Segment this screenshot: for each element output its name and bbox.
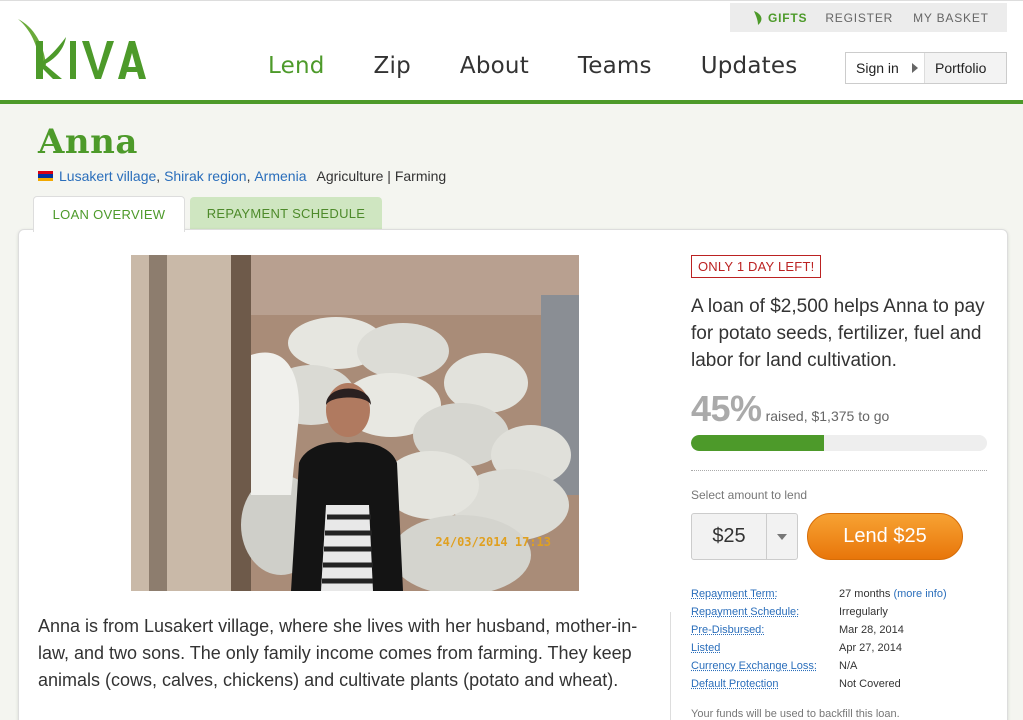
nav-lend[interactable]: Lend bbox=[268, 53, 325, 79]
caret-right-icon bbox=[912, 63, 918, 73]
borrower-name: Anna bbox=[38, 122, 138, 162]
borrower-location: Lusakert village, Shirak region, Armenia… bbox=[38, 168, 446, 184]
term-row: Currency Exchange Loss: N/A bbox=[691, 657, 991, 675]
pre-disbursed-link[interactable]: Pre-Disbursed: bbox=[691, 624, 839, 636]
term-value: Irregularly bbox=[839, 606, 888, 618]
listed-link[interactable]: Listed bbox=[691, 642, 839, 654]
column-divider bbox=[670, 612, 671, 720]
term-value: 27 months (more info) bbox=[839, 588, 947, 600]
auth-box: Sign in Portfolio bbox=[845, 52, 1007, 84]
nav-zip[interactable]: Zip bbox=[374, 53, 411, 79]
loan-terms: Repayment Term: 27 months (more info) Re… bbox=[691, 585, 991, 693]
percent-raised: 45% bbox=[691, 388, 762, 429]
select-amount-label: Select amount to lend bbox=[691, 488, 808, 502]
borrower-photo: 24/03/2014 17:13 bbox=[131, 255, 579, 591]
register-link[interactable]: REGISTER bbox=[825, 11, 893, 25]
raised-text: raised, bbox=[765, 408, 808, 424]
chevron-down-icon bbox=[767, 514, 797, 559]
term-value: N/A bbox=[839, 660, 858, 672]
nav-teams[interactable]: Teams bbox=[578, 53, 652, 79]
raised-label: raised, $1,375 to go bbox=[766, 408, 890, 424]
kiva-logo[interactable] bbox=[16, 15, 146, 85]
sign-in-label: Sign in bbox=[856, 60, 899, 76]
armenia-flag-icon bbox=[38, 171, 53, 181]
term-row: Pre-Disbursed: Mar 28, 2014 bbox=[691, 621, 991, 639]
term-row: Default Protection Not Covered bbox=[691, 675, 991, 693]
lend-amount-select[interactable]: $25 bbox=[691, 513, 798, 560]
lend-button[interactable]: Lend $25 bbox=[807, 513, 963, 560]
leaf-icon bbox=[754, 10, 762, 25]
repayment-term-link[interactable]: Repayment Term: bbox=[691, 588, 839, 600]
funding-progress-fill bbox=[691, 435, 825, 451]
main-nav: Lend Zip About Teams Updates bbox=[268, 53, 846, 79]
my-basket-link[interactable]: MY BASKET bbox=[913, 11, 989, 25]
utility-links: GIFTS REGISTER MY BASKET bbox=[730, 3, 1007, 32]
village-link[interactable]: Lusakert village bbox=[59, 168, 156, 184]
tab-loan-overview[interactable]: LOAN OVERVIEW bbox=[33, 196, 185, 232]
repayment-term-value: 27 months bbox=[839, 588, 891, 600]
site-header: GIFTS REGISTER MY BASKET Lend Zip About … bbox=[0, 0, 1023, 104]
term-value: Apr 27, 2014 bbox=[839, 642, 902, 654]
gifts-label: GIFTS bbox=[768, 10, 808, 25]
sector-label: Agriculture | Farming bbox=[316, 168, 447, 184]
photo-timestamp: 24/03/2014 17:13 bbox=[435, 535, 551, 549]
default-protection-link[interactable]: Default Protection bbox=[691, 678, 839, 690]
term-value: Not Covered bbox=[839, 678, 901, 690]
nav-about[interactable]: About bbox=[460, 53, 529, 79]
nav-updates[interactable]: Updates bbox=[701, 53, 798, 79]
portfolio-button[interactable]: Portfolio bbox=[924, 53, 1006, 83]
country-link[interactable]: Armenia bbox=[254, 168, 306, 184]
backfill-note: Your funds will be used to backfill this… bbox=[691, 708, 900, 720]
borrower-story: Anna is from Lusakert village, where she… bbox=[38, 616, 638, 690]
days-left-badge: ONLY 1 DAY LEFT! bbox=[691, 255, 822, 278]
region-link[interactable]: Shirak region bbox=[164, 168, 247, 184]
currency-exchange-loss-link[interactable]: Currency Exchange Loss: bbox=[691, 660, 839, 672]
gifts-link[interactable]: GIFTS bbox=[752, 10, 807, 26]
term-row: Repayment Schedule: Irregularly bbox=[691, 603, 991, 621]
tab-repayment-schedule[interactable]: REPAYMENT SCHEDULE bbox=[190, 197, 382, 230]
repayment-schedule-link[interactable]: Repayment Schedule: bbox=[691, 606, 839, 618]
term-value: Mar 28, 2014 bbox=[839, 624, 904, 636]
funding-progress-bar bbox=[691, 435, 987, 451]
more-info-link[interactable]: (more info) bbox=[893, 588, 946, 600]
lend-amount-value: $25 bbox=[692, 514, 767, 559]
term-row: Listed Apr 27, 2014 bbox=[691, 639, 991, 657]
funding-status: 45% raised, $1,375 to go bbox=[691, 388, 889, 430]
term-row: Repayment Term: 27 months (more info) bbox=[691, 585, 991, 603]
loan-use-text: A loan of $2,500 helps Anna to pay for p… bbox=[691, 296, 985, 371]
amount-to-go: $1,375 to go bbox=[811, 408, 890, 424]
section-divider bbox=[691, 470, 987, 471]
sign-in-button[interactable]: Sign in bbox=[846, 60, 924, 76]
